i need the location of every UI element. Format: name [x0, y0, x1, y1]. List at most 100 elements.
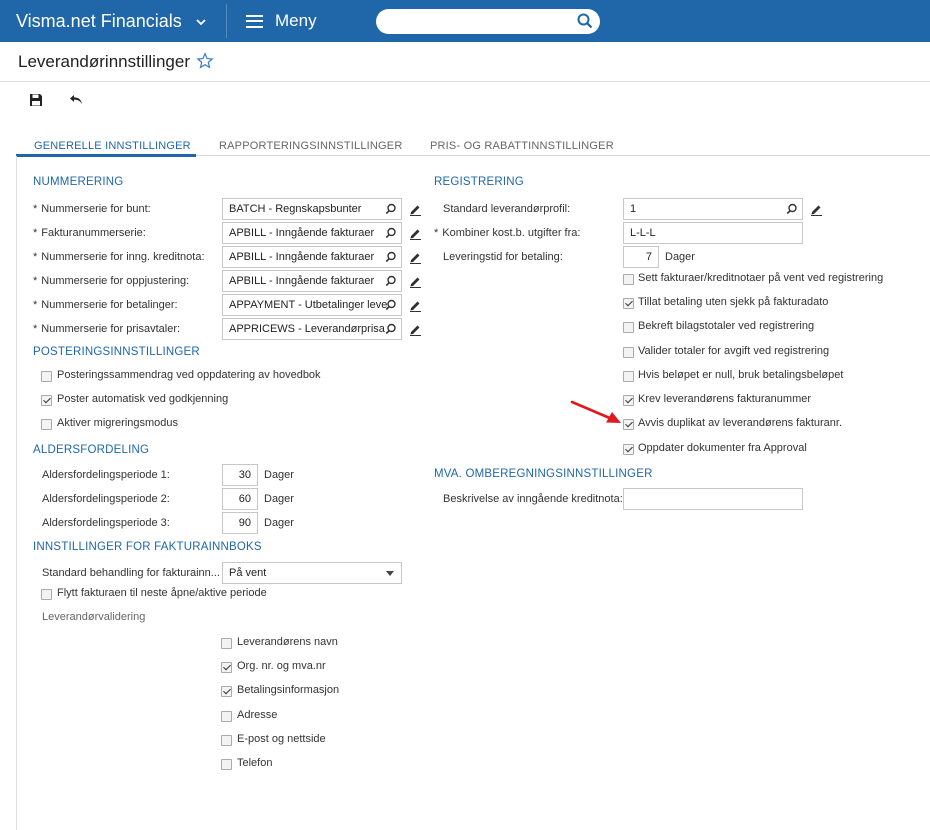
avvis-duplikat-label: Avvis duplikat av leverandørens fakturan…: [638, 417, 843, 429]
leverandorprofil-selector[interactable]: 1: [623, 198, 803, 220]
leveringstid-input[interactable]: 7: [623, 246, 659, 268]
section-nummerering-title: NUMMERERING: [33, 176, 124, 188]
poster-automatisk-checkbox[interactable]: [41, 395, 52, 406]
search-icon[interactable]: [576, 12, 594, 30]
poster-automatisk-label: Poster automatisk ved godkjenning: [57, 393, 229, 405]
search-icon: [385, 227, 396, 239]
validering-navn-label: Leverandørens navn: [237, 636, 338, 648]
belop-null-checkbox[interactable]: [623, 371, 634, 382]
validering-epost-label: E-post og nettside: [237, 733, 326, 745]
valider-avgift-label: Valider totaler for avgift ved registrer…: [638, 345, 830, 357]
red-arrow-annotation: [570, 400, 621, 423]
aldersperiode-1-input[interactable]: 30: [222, 464, 258, 486]
flytt-faktura-label: Flytt fakturaen til neste åpne/aktive pe…: [57, 587, 267, 599]
aldersperiode-2-unit: Dager: [264, 493, 294, 505]
validering-betaling-checkbox[interactable]: [221, 686, 232, 697]
aldersperiode-2-label: Aldersfordelingsperiode 2:: [42, 493, 170, 505]
search-icon: [385, 251, 396, 263]
nummerserie-oppjustering-selector[interactable]: APBILL - Inngående fakturaer: [222, 270, 402, 292]
nummerserie-bunt-selector[interactable]: BATCH - Regnskapsbunter: [222, 198, 402, 220]
fakturanummerserie-selector[interactable]: APBILL - Inngående fakturaer: [222, 222, 402, 244]
aldersperiode-1-unit: Dager: [264, 469, 294, 481]
validering-orgnr-label: Org. nr. og mva.nr: [237, 660, 326, 672]
star-icon[interactable]: [196, 52, 214, 70]
nummerserie-betalinger-selector[interactable]: APPAYMENT - Utbetalinger leve: [222, 294, 402, 316]
aldersperiode-2-input[interactable]: 60: [222, 488, 258, 510]
section-fakturainnboks-title: INNSTILLINGER FOR FAKTURAINNBOKS: [33, 541, 262, 553]
leverandorprofil-label: Standard leverandørprofil:: [443, 203, 571, 215]
oppdater-approval-checkbox[interactable]: [623, 444, 634, 455]
oppdater-approval-label: Oppdater dokumenter fra Approval: [638, 442, 807, 454]
bekreft-bilagstotaler-checkbox[interactable]: [623, 322, 634, 333]
validering-adresse-checkbox[interactable]: [221, 711, 232, 722]
krev-fakturanummer-label: Krev leverandørens fakturanummer: [638, 393, 812, 405]
tillat-betaling-checkbox[interactable]: [623, 298, 634, 309]
validering-telefon-checkbox[interactable]: [221, 759, 232, 770]
floppy-icon: [30, 94, 42, 106]
belop-null-label: Hvis beløpet er null, bruk betalingsbelø…: [638, 369, 844, 381]
migreringsmodus-label: Aktiver migreringsmodus: [57, 417, 179, 429]
save-button[interactable]: [26, 90, 46, 110]
pencil-icon[interactable]: [409, 275, 422, 288]
fakturanummerserie-label: * Fakturanummerserie:: [33, 227, 146, 239]
section-aldersfordeling-title: ALDERSFORDELING: [33, 444, 150, 456]
active-tab-indicator: [16, 154, 196, 157]
pencil-icon[interactable]: [409, 323, 422, 336]
topbar-divider: [226, 4, 227, 38]
beskrivelse-kreditnota-input[interactable]: [623, 488, 803, 510]
tab-bar: GENERELLE INNSTILLINGER RAPPORTERINGSINN…: [16, 136, 930, 157]
search-icon: [786, 203, 797, 215]
section-mva-title: MVA. OMBEREGNINGSINNSTILLINGER: [434, 468, 653, 480]
nummerserie-prisavtaler-selector[interactable]: APPRICEWS - Leverandørprisa: [222, 318, 402, 340]
kombiner-kostb-input[interactable]: L-L-L: [623, 222, 803, 244]
validering-telefon-label: Telefon: [237, 757, 273, 769]
hamburger-icon: [246, 14, 263, 28]
migreringsmodus-checkbox[interactable]: [41, 419, 52, 430]
valider-avgift-checkbox[interactable]: [623, 347, 634, 358]
krev-fakturanummer-checkbox[interactable]: [623, 395, 634, 406]
section-postering-title: POSTERINGSINNSTILLINGER: [33, 346, 200, 358]
leverandorvalidering-label: Leverandørvalidering: [42, 611, 146, 623]
validering-adresse-label: Adresse: [237, 709, 278, 721]
nummerserie-oppjustering-label: * Nummerserie for oppjustering:: [33, 275, 190, 287]
undo-icon: [70, 95, 82, 104]
standard-behandling-label: Standard behandling for fakturainn...: [42, 567, 220, 579]
validering-epost-checkbox[interactable]: [221, 735, 232, 746]
validering-navn-checkbox[interactable]: [221, 638, 232, 649]
flytt-faktura-checkbox[interactable]: [41, 589, 52, 600]
tillat-betaling-label: Tillat betaling uten sjekk på fakturadat…: [638, 296, 829, 308]
pencil-icon[interactable]: [409, 203, 422, 216]
posteringssammendrag-label: Posteringssammendrag ved oppdatering av …: [57, 369, 321, 381]
posteringssammendrag-checkbox[interactable]: [41, 371, 52, 382]
nummerserie-betalinger-label: * Nummerserie for betalinger:: [33, 299, 178, 311]
search-icon: [385, 275, 396, 287]
nummerserie-kreditnota-label: * Nummerserie for inng. kreditnota:: [33, 251, 205, 263]
pencil-icon[interactable]: [810, 203, 823, 216]
validering-betaling-label: Betalingsinformasjon: [237, 684, 340, 696]
aldersperiode-3-input[interactable]: 90: [222, 512, 258, 534]
menu-button[interactable]: Meny: [246, 0, 317, 42]
app-title: Visma.net Financials: [16, 10, 182, 31]
kombiner-kostb-label: * Kombiner kost.b. utgifter fra:: [434, 227, 581, 239]
pencil-icon[interactable]: [409, 227, 422, 240]
tab-generelle-innstillinger[interactable]: GENERELLE INNSTILLINGER: [34, 140, 191, 152]
sett-pa-vent-checkbox[interactable]: [623, 274, 634, 285]
section-registrering-title: REGISTRERING: [434, 176, 524, 188]
app-switcher[interactable]: Visma.net Financials: [0, 0, 226, 42]
search-icon: [385, 203, 396, 215]
standard-behandling-dropdown[interactable]: På vent: [222, 562, 402, 584]
search-icon: [385, 299, 396, 311]
leveringstid-unit: Dager: [665, 251, 695, 263]
search-input[interactable]: [376, 9, 600, 34]
tab-pris-og-rabattinnstillinger[interactable]: PRIS- OG RABATTINNSTILLINGER: [430, 140, 614, 152]
avvis-duplikat-checkbox[interactable]: [623, 419, 634, 430]
pencil-icon[interactable]: [409, 299, 422, 312]
undo-button[interactable]: [66, 90, 86, 110]
page-title: Leverandørinnstillinger: [18, 52, 190, 71]
pencil-icon[interactable]: [409, 251, 422, 264]
aldersperiode-1-label: Aldersfordelingsperiode 1:: [42, 469, 170, 481]
aldersperiode-3-unit: Dager: [264, 517, 294, 529]
tab-rapporteringsinnstillinger[interactable]: RAPPORTERINGSINNSTILLINGER: [219, 140, 402, 152]
nummerserie-kreditnota-selector[interactable]: APBILL - Inngående fakturaer: [222, 246, 402, 268]
validering-orgnr-checkbox[interactable]: [221, 662, 232, 673]
